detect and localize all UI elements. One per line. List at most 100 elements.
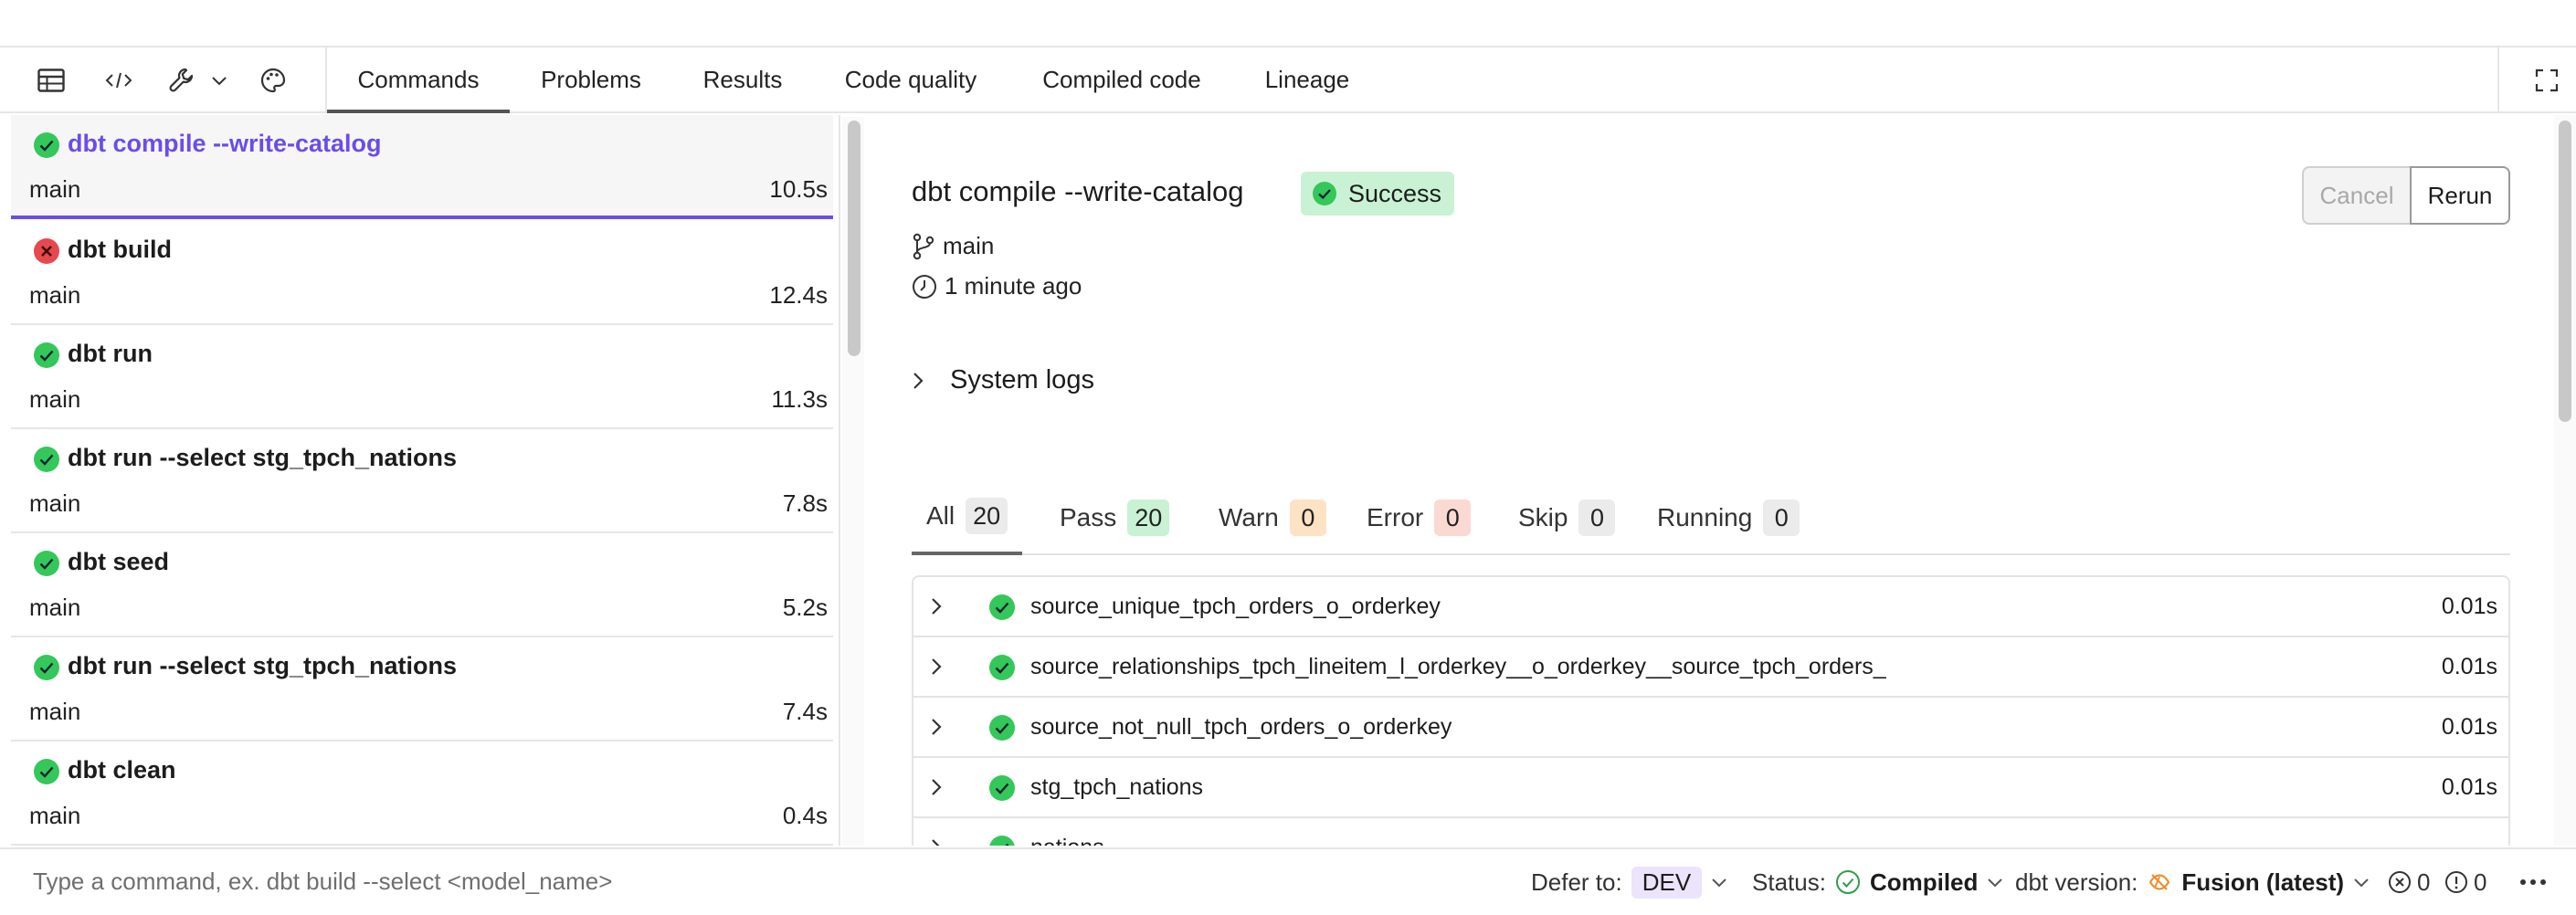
detail-title: dbt compile --write-catalog [912,175,1244,207]
warnings-counter[interactable]: 0 [2444,849,2486,915]
fusion-icon [2149,874,2170,890]
success-check-icon [34,342,59,368]
filter-warn[interactable]: Warn 0 [1219,480,1326,555]
scrollbar-thumb[interactable] [2559,121,2571,422]
tab-problems[interactable]: Problems [523,47,660,113]
detail-branch-label: main [943,232,995,259]
success-check-icon [34,447,59,472]
check-circle-icon [1835,870,1860,894]
command-input[interactable] [9,855,1489,908]
result-row[interactable]: source_not_null_tpch_orders_o_orderkey 0… [913,698,2508,758]
filter-error[interactable]: Error 0 [1367,480,1472,555]
filter-pass[interactable]: Pass 20 [1060,480,1170,555]
result-name: source_not_null_tpch_orders_o_orderkey [1030,714,1452,740]
status-selector[interactable]: Status: Compiled [1752,849,2003,915]
command-title: dbt run [68,340,153,367]
status-badge-label: Success [1348,180,1442,207]
dbt-version-selector[interactable]: dbt version: Fusion (latest) [2015,849,2370,915]
toolbar-divider-right [2497,47,2499,113]
result-name: stg_tpch_nations [1030,774,1204,800]
result-row[interactable]: source_relationships_tpch_lineitem_l_ord… [913,637,2508,698]
success-check-icon [989,775,1015,801]
result-row[interactable]: nations [913,818,2508,846]
chevron-right-icon [913,372,924,389]
chevron-right-icon[interactable] [930,776,943,798]
command-item[interactable]: dbt run --select stg_tpch_nations main 7… [11,429,833,533]
result-row[interactable]: stg_tpch_nations 0.01s [913,758,2508,818]
command-status-bar: Defer to: DEV Status: Compiled dbt versi… [0,847,2576,913]
chevron-down-icon[interactable] [208,47,230,113]
error-circle-icon [2389,871,2411,893]
command-duration: 12.4s [769,281,828,309]
rerun-button[interactable]: Rerun [2410,166,2510,225]
filter-label: Error [1367,503,1424,531]
filter-running[interactable]: Running 0 [1657,480,1800,555]
expand-icon[interactable] [2528,47,2565,113]
chevron-right-icon[interactable] [930,836,943,846]
chevron-right-icon[interactable] [930,595,943,617]
chevron-right-icon[interactable] [930,716,943,738]
filter-count: 20 [966,498,1008,534]
command-item[interactable]: dbt run main 11.3s [11,325,833,429]
chevron-right-icon[interactable] [930,656,943,678]
command-duration: 7.8s [782,489,828,517]
result-name: source_unique_tpch_orders_o_orderkey [1030,594,1441,619]
errors-counter[interactable]: 0 [2388,849,2430,915]
status-label: Status: [1752,868,1826,896]
success-check-icon [1313,182,1336,205]
warning-circle-icon [2445,871,2467,893]
table-icon[interactable] [33,47,69,113]
command-branch: main [29,802,81,829]
scrollbar-thumb[interactable] [848,121,860,356]
result-row[interactable]: source_unique_tpch_orders_o_orderkey 0.0… [913,577,2508,637]
result-filter-tabs: All 20 Pass 20 Warn 0 Error 0 Skip 0 Run… [912,480,2510,555]
more-options-icon[interactable] [2519,849,2547,915]
filter-label: Skip [1518,503,1568,531]
results-list: source_unique_tpch_orders_o_orderkey 0.0… [912,575,2510,846]
error-x-icon [34,238,59,264]
filter-label: Pass [1060,503,1117,531]
filter-label: Running [1657,503,1753,531]
command-item[interactable]: dbt clean main 0.4s [11,741,833,846]
palette-icon[interactable] [258,47,289,113]
tab-lineage[interactable]: Lineage [1255,47,1359,113]
clock-icon [913,274,936,299]
command-item[interactable]: dbt build main 12.4s [11,221,833,325]
chevron-down-icon [1712,878,1726,888]
system-logs-label: System logs [950,365,1094,394]
code-icon[interactable] [100,47,137,113]
command-branch: main [29,698,81,725]
command-duration: 11.3s [771,385,828,413]
top-strip [0,0,2576,47]
command-item[interactable]: dbt compile --write-catalog main 10.5s [11,115,833,219]
cancel-button[interactable]: Cancel [2302,166,2412,225]
defer-value: DEV [1631,866,1703,899]
tab-results[interactable]: Results [683,47,802,113]
success-check-icon [34,551,59,576]
tab-commands[interactable]: Commands [327,47,510,113]
command-branch: main [29,175,81,203]
filter-skip[interactable]: Skip 0 [1518,480,1616,555]
system-logs-toggle[interactable]: System logs [912,365,1094,395]
filter-all[interactable]: All 20 [912,480,1023,555]
command-history-list: dbt compile --write-catalog main 10.5s d… [7,115,840,846]
success-check-icon [989,655,1015,680]
tab-compiled-code[interactable]: Compiled code [1030,47,1213,113]
command-detail-panel: dbt compile --write-catalog Success Canc… [870,115,2550,846]
defer-selector[interactable]: Defer to: DEV [1531,849,1727,915]
result-name: nations [1030,835,1104,846]
success-check-icon [34,759,59,784]
tab-code-quality[interactable]: Code quality [828,47,994,113]
wrench-icon[interactable] [166,47,197,113]
command-branch: main [29,594,81,621]
filter-label: Warn [1219,503,1279,531]
command-list-scrollbar[interactable] [842,117,864,846]
detail-scrollbar[interactable] [2554,115,2576,846]
filter-count: 0 [1763,500,1800,536]
command-duration: 10.5s [769,175,828,203]
command-item[interactable]: dbt run --select stg_tpch_nations main 7… [11,637,833,741]
result-name: source_relationships_tpch_lineitem_l_ord… [1030,654,1886,679]
chevron-down-icon [2354,878,2369,888]
command-item[interactable]: dbt seed main 5.2s [11,533,833,637]
command-duration: 0.4s [782,802,828,829]
